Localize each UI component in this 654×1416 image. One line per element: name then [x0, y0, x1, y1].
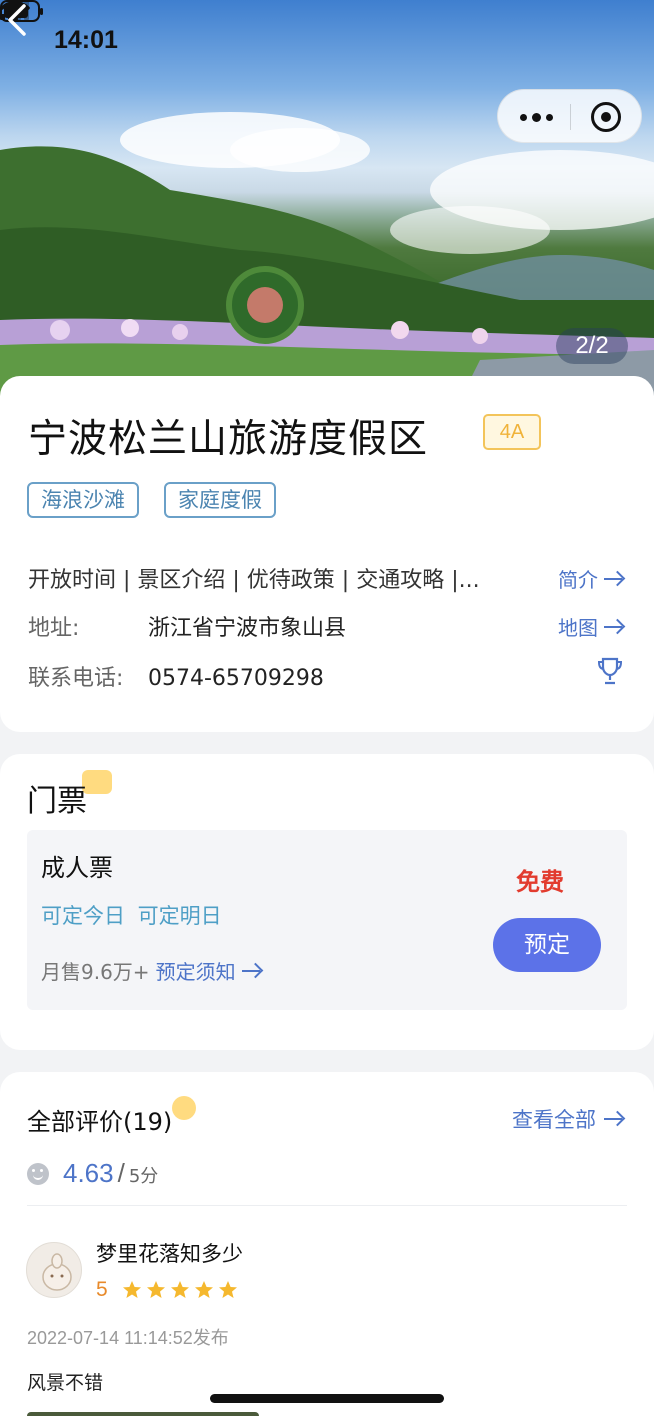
- avatar[interactable]: [26, 1242, 82, 1298]
- reviews-section-title: 全部评价(19): [27, 1108, 173, 1136]
- phone-value: 0574-65709298: [148, 666, 324, 691]
- smile-icon: [27, 1162, 49, 1185]
- arrow-right-icon: [241, 963, 264, 979]
- review-date: 2022-07-14 11:14:52发布: [27, 1328, 229, 1348]
- review-score: 4.63 / 5分: [27, 1158, 158, 1189]
- address-row: 地址: 浙江省宁波市象山县: [28, 610, 346, 642]
- star-icon: [122, 1281, 141, 1298]
- intro-link[interactable]: 简介: [558, 564, 626, 593]
- arrow-right-icon: [604, 571, 626, 587]
- score-max: 5分: [128, 1166, 159, 1187]
- address-value: 浙江省宁波市象山县: [148, 616, 347, 641]
- intro-link-label: 简介: [558, 568, 598, 592]
- ticket-sales: 月售9.6万+: [41, 960, 150, 984]
- divider: [27, 1205, 627, 1206]
- ticket-availability: 可定今日 可定明日: [41, 904, 222, 928]
- booking-notice-link[interactable]: 预定须知: [156, 956, 236, 985]
- reviews-card: 全部评价(19) 查看全部 4.63 / 5分 梦里花落知多少 5 2022-0…: [0, 1072, 654, 1416]
- star-icon: [218, 1281, 237, 1298]
- book-button[interactable]: 预定: [493, 918, 601, 972]
- star-icon: [194, 1281, 213, 1298]
- arrow-right-icon: [604, 1111, 626, 1127]
- star-icon: [146, 1281, 165, 1298]
- home-indicator[interactable]: [210, 1394, 444, 1403]
- avatar-image: [42, 1253, 72, 1291]
- view-all-reviews-link[interactable]: 查看全部: [512, 1104, 626, 1134]
- review-photo[interactable]: [27, 1412, 259, 1416]
- section-decoration: [172, 1096, 196, 1120]
- image-pager: 2/2: [556, 328, 628, 364]
- ticket-price: 免费: [516, 868, 564, 896]
- map-link[interactable]: 地图: [558, 612, 626, 641]
- close-target-icon[interactable]: [591, 102, 621, 132]
- review-text: 风景不错: [27, 1372, 104, 1394]
- hero-image[interactable]: 14:01 2/2: [0, 0, 654, 400]
- star-icon: [170, 1281, 189, 1298]
- trophy-icon[interactable]: [596, 656, 624, 686]
- grade-badge: 4A: [483, 414, 541, 450]
- arrow-right-icon: [604, 619, 626, 635]
- review-username: 梦里花落知多少: [96, 1242, 243, 1266]
- rating-number: 5: [96, 1278, 108, 1301]
- more-dots-icon[interactable]: [516, 102, 556, 132]
- tag-family[interactable]: 家庭度假: [164, 482, 276, 518]
- review-rating: 5: [96, 1278, 238, 1302]
- capsule-divider: [570, 104, 571, 130]
- tickets-section-title: 门票: [27, 784, 87, 819]
- status-bar: 14:01: [0, 0, 654, 84]
- address-label: 地址:: [28, 616, 80, 641]
- back-arrow-icon[interactable]: [0, 0, 36, 40]
- ticket-sales-row: 月售9.6万+ 预定须知: [41, 956, 264, 985]
- page-title: 宁波松兰山旅游度假区: [28, 417, 429, 462]
- ticket-item[interactable]: 成人票 可定今日 可定明日 月售9.6万+ 预定须知 免费 预定: [27, 830, 627, 1010]
- tag-beach[interactable]: 海浪沙滩: [27, 482, 139, 518]
- info-links-row[interactable]: 开放时间 | 景区介绍 | 优待政策 | 交通攻略 |...: [28, 562, 480, 594]
- map-link-label: 地图: [558, 616, 598, 640]
- score-value: 4.63: [63, 1158, 114, 1188]
- mini-program-capsule: [497, 89, 642, 143]
- phone-label: 联系电话:: [28, 666, 124, 691]
- score-slash: /: [117, 1158, 125, 1188]
- phone-row[interactable]: 联系电话: 0574-65709298: [28, 660, 324, 692]
- tickets-card: 门票 成人票 可定今日 可定明日 月售9.6万+ 预定须知 免费 预定: [0, 754, 654, 1050]
- ticket-name: 成人票: [41, 854, 113, 882]
- view-all-label: 查看全部: [512, 1108, 596, 1132]
- scenic-info-card: 宁波松兰山旅游度假区 4A 海浪沙滩 家庭度假 开放时间 | 景区介绍 | 优待…: [0, 376, 654, 732]
- status-time: 14:01: [54, 26, 118, 54]
